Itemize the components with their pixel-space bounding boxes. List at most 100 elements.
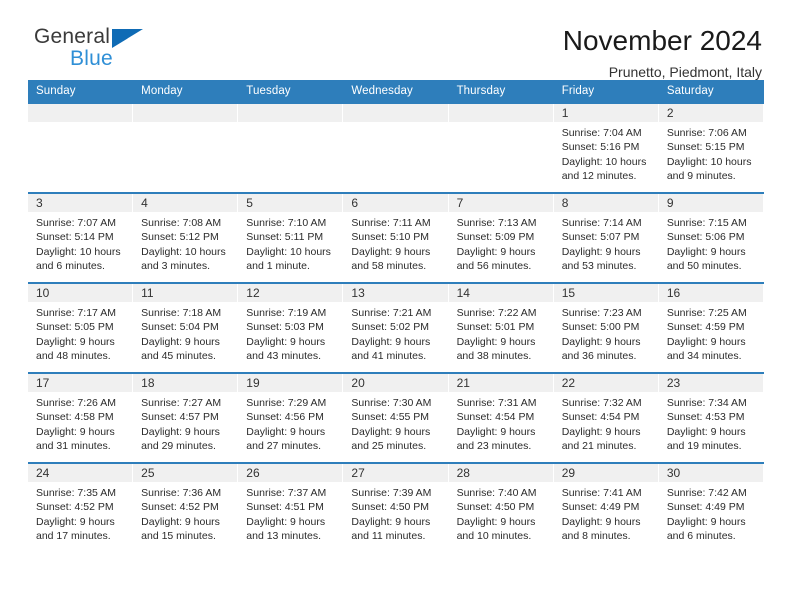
sunset-text: Sunset: 4:52 PM: [141, 501, 219, 514]
calendar-day-cell[interactable]: 22 Sunrise: 7:32 AM Sunset: 4:54 PM Dayligh…: [553, 374, 659, 462]
calendar-day-cell[interactable]: 17 Sunrise: 7:26 AM Sunset: 4:58 PM Dayligh…: [28, 374, 134, 462]
sunset-text: Sunset: 4:53 PM: [666, 411, 745, 424]
sunrise-text: Sunrise: 7:04 AM: [561, 127, 642, 139]
calendar-day-cell[interactable]: 29 Sunrise: 7:41 AM Sunset: 4:49 PM Dayligh…: [553, 464, 659, 552]
daylight-text-line2: and 21 minutes.: [561, 440, 637, 453]
daylight-text-line2: and 29 minutes.: [141, 440, 216, 453]
day-details: Sunrise: 7:10 AM Sunset: 5:11 PM Daylight:…: [238, 212, 342, 274]
daylight-text-line1: Daylight: 9 hours: [246, 515, 326, 528]
sunset-text: Sunset: 5:01 PM: [456, 321, 535, 334]
daylight-text-line2: and 12 minutes.: [561, 170, 637, 183]
day-number: 7: [448, 194, 553, 212]
daylight-text-line1: Daylight: 9 hours: [141, 515, 220, 528]
day-details: Sunrise: 7:27 AM Sunset: 4:57 PM Daylight:…: [133, 392, 237, 454]
calendar-week-row: 10 Sunrise: 7:17 AM Sunset: 5:05 PM Dayligh…: [28, 282, 764, 372]
sunrise-text: Sunrise: 7:19 AM: [246, 307, 327, 319]
calendar-week-row: 1 Sunrise: 7:04 AM Sunset: 5:16 PM Daylight…: [28, 102, 764, 192]
sunrise-text: Sunrise: 7:08 AM: [141, 217, 222, 229]
daylight-text-line1: Daylight: 9 hours: [246, 335, 326, 348]
day-number: 9: [658, 194, 763, 212]
sunset-text: Sunset: 4:55 PM: [351, 411, 430, 424]
calendar-day-cell[interactable]: 1 Sunrise: 7:04 AM Sunset: 5:16 PM Daylight…: [553, 104, 659, 192]
daylight-text-line1: Daylight: 9 hours: [561, 335, 641, 348]
day-details: Sunrise: 7:31 AM Sunset: 4:54 PM Daylight:…: [449, 392, 553, 454]
sunrise-text: Sunrise: 7:29 AM: [246, 397, 327, 409]
daylight-text-line1: Daylight: 9 hours: [561, 515, 641, 528]
calendar-day-cell[interactable]: 15 Sunrise: 7:23 AM Sunset: 5:00 PM Dayligh…: [553, 284, 659, 372]
calendar-day-cell[interactable]: 14 Sunrise: 7:22 AM Sunset: 5:01 PM Dayligh…: [448, 284, 554, 372]
daylight-text-line2: and 45 minutes.: [141, 350, 216, 363]
sunset-text: Sunset: 5:10 PM: [351, 231, 430, 244]
day-number: 19: [238, 374, 343, 392]
calendar-week-row: 3 Sunrise: 7:07 AM Sunset: 5:14 PM Daylight…: [28, 192, 764, 282]
day-number: 10: [28, 284, 133, 302]
page-header: General Blue November 2024 Prunetto, Pie…: [28, 0, 764, 81]
daylight-text-line2: and 10 minutes.: [456, 530, 532, 543]
day-details: Sunrise: 7:07 AM Sunset: 5:14 PM Daylight:…: [28, 212, 132, 274]
daylight-text-line1: Daylight: 9 hours: [351, 425, 431, 438]
calendar-day-cell[interactable]: 25 Sunrise: 7:36 AM Sunset: 4:52 PM Dayligh…: [133, 464, 239, 552]
sunrise-text: Sunrise: 7:13 AM: [456, 217, 537, 229]
daylight-text-line1: Daylight: 9 hours: [666, 335, 746, 348]
sunrise-text: Sunrise: 7:26 AM: [36, 397, 116, 409]
calendar-day-cell[interactable]: 24 Sunrise: 7:35 AM Sunset: 4:52 PM Dayligh…: [28, 464, 134, 552]
calendar-day-cell[interactable]: 2 Sunrise: 7:06 AM Sunset: 5:15 PM Daylight…: [658, 104, 764, 192]
daylight-text-line2: and 31 minutes.: [36, 440, 111, 453]
calendar-day-cell[interactable]: 10 Sunrise: 7:17 AM Sunset: 5:05 PM Dayligh…: [28, 284, 134, 372]
calendar-day-cell[interactable]: 18 Sunrise: 7:27 AM Sunset: 4:57 PM Dayligh…: [133, 374, 239, 462]
daylight-text-line1: Daylight: 9 hours: [141, 425, 220, 438]
daylight-text-line2: and 15 minutes.: [141, 530, 216, 543]
triangle-icon: [112, 29, 144, 48]
calendar-day-cell[interactable]: 27 Sunrise: 7:39 AM Sunset: 4:50 PM Dayligh…: [343, 464, 449, 552]
calendar-day-cell[interactable]: 7 Sunrise: 7:13 AM Sunset: 5:09 PM Daylight…: [448, 194, 554, 282]
sunset-text: Sunset: 5:16 PM: [561, 141, 640, 154]
general-blue-logo[interactable]: General Blue: [28, 26, 144, 69]
daylight-text-line1: Daylight: 9 hours: [666, 515, 746, 528]
daylight-text-line2: and 58 minutes.: [351, 260, 427, 273]
sunrise-text: Sunrise: 7:32 AM: [561, 397, 642, 409]
day-number: 26: [238, 464, 343, 482]
day-number: 21: [448, 374, 553, 392]
day-number: [28, 104, 133, 122]
sunset-text: Sunset: 4:57 PM: [141, 411, 219, 424]
daylight-text-line2: and 43 minutes.: [246, 350, 321, 363]
calendar-day-cell[interactable]: 4 Sunrise: 7:08 AM Sunset: 5:12 PM Daylight…: [133, 194, 239, 282]
day-details: Sunrise: 7:32 AM Sunset: 4:54 PM Daylight:…: [554, 392, 658, 454]
day-number: 14: [448, 284, 553, 302]
calendar-day-cell[interactable]: 8 Sunrise: 7:14 AM Sunset: 5:07 PM Daylight…: [553, 194, 659, 282]
calendar-day-cell[interactable]: 21 Sunrise: 7:31 AM Sunset: 4:54 PM Dayligh…: [448, 374, 554, 462]
day-number: [133, 104, 238, 122]
day-details: Sunrise: 7:13 AM Sunset: 5:09 PM Daylight:…: [449, 212, 553, 274]
day-details: Sunrise: 7:36 AM Sunset: 4:52 PM Daylight:…: [133, 482, 237, 544]
daylight-text-line1: Daylight: 10 hours: [666, 155, 752, 168]
sunset-text: Sunset: 5:04 PM: [141, 321, 219, 334]
daylight-text-line2: and 48 minutes.: [36, 350, 111, 363]
calendar-day-cell[interactable]: 9 Sunrise: 7:15 AM Sunset: 5:06 PM Daylight…: [658, 194, 764, 282]
day-details: Sunrise: 7:17 AM Sunset: 5:05 PM Daylight:…: [28, 302, 132, 364]
calendar-day-cell[interactable]: 6 Sunrise: 7:11 AM Sunset: 5:10 PM Daylight…: [343, 194, 449, 282]
day-number: 15: [553, 284, 658, 302]
calendar-day-cell[interactable]: 20 Sunrise: 7:30 AM Sunset: 4:55 PM Dayligh…: [343, 374, 449, 462]
day-number: [448, 104, 553, 122]
day-number: 29: [553, 464, 658, 482]
calendar-day-cell[interactable]: 12 Sunrise: 7:19 AM Sunset: 5:03 PM Dayligh…: [238, 284, 344, 372]
sunrise-text: Sunrise: 7:31 AM: [456, 397, 537, 409]
calendar-day-cell[interactable]: 5 Sunrise: 7:10 AM Sunset: 5:11 PM Daylight…: [238, 194, 344, 282]
calendar-day-cell[interactable]: 13 Sunrise: 7:21 AM Sunset: 5:02 PM Dayligh…: [343, 284, 449, 372]
daylight-text-line2: and 27 minutes.: [246, 440, 321, 453]
calendar-day-cell[interactable]: 30 Sunrise: 7:42 AM Sunset: 4:49 PM Dayligh…: [658, 464, 764, 552]
calendar-day-cell[interactable]: 28 Sunrise: 7:40 AM Sunset: 4:50 PM Dayligh…: [448, 464, 554, 552]
calendar-day-cell[interactable]: 3 Sunrise: 7:07 AM Sunset: 5:14 PM Daylight…: [28, 194, 134, 282]
day-number: 27: [343, 464, 448, 482]
calendar-day-cell[interactable]: 11 Sunrise: 7:18 AM Sunset: 5:04 PM Dayligh…: [133, 284, 239, 372]
calendar-day-cell[interactable]: 26 Sunrise: 7:37 AM Sunset: 4:51 PM Dayligh…: [238, 464, 344, 552]
title-block: November 2024 Prunetto, Piedmont, Italy: [563, 26, 764, 81]
day-details: Sunrise: 7:04 AM Sunset: 5:16 PM Daylight:…: [554, 122, 658, 184]
daylight-text-line1: Daylight: 10 hours: [36, 245, 121, 258]
daylight-text-line2: and 25 minutes.: [351, 440, 427, 453]
sunrise-text: Sunrise: 7:17 AM: [36, 307, 116, 319]
daylight-text-line1: Daylight: 9 hours: [36, 515, 115, 528]
calendar-day-cell[interactable]: 16 Sunrise: 7:25 AM Sunset: 4:59 PM Dayligh…: [658, 284, 764, 372]
calendar-day-cell[interactable]: 23 Sunrise: 7:34 AM Sunset: 4:53 PM Dayligh…: [658, 374, 764, 462]
calendar-day-cell[interactable]: 19 Sunrise: 7:29 AM Sunset: 4:56 PM Dayligh…: [238, 374, 344, 462]
